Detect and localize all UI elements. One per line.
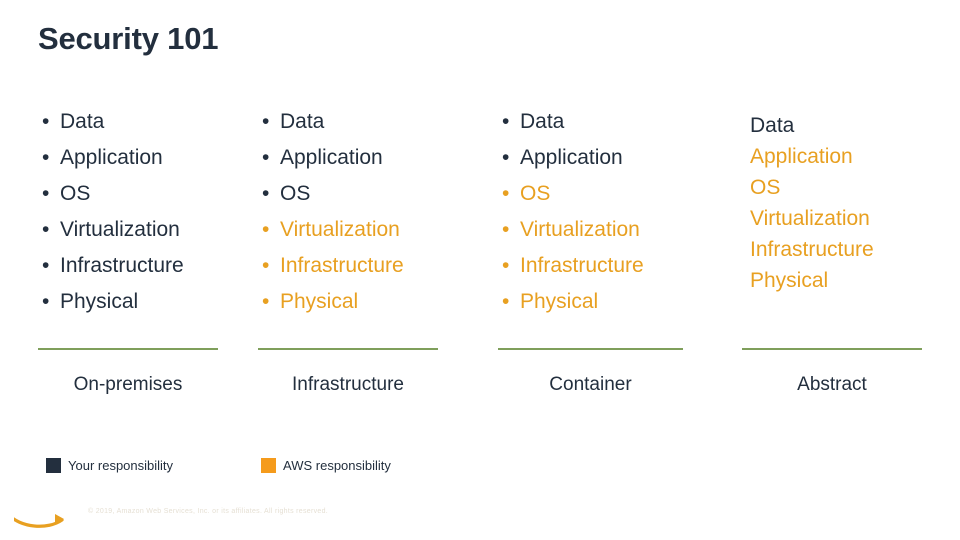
column-label-container: Container	[549, 374, 632, 395]
amazon-smile-logo	[6, 498, 76, 532]
legend-swatch-icon	[261, 458, 277, 473]
column-label-abstract: Abstract	[797, 374, 867, 395]
legend-swatch-icon	[46, 458, 61, 473]
legend: Your responsibility AWS responsibility	[46, 458, 431, 473]
copyright-text: © 2019, Amazon Web Services, Inc. or its…	[88, 508, 329, 515]
column-divider-abstract	[742, 348, 922, 350]
column-label-on-premises: On-premises	[73, 374, 183, 395]
legend-label: Your responsibility	[68, 458, 174, 473]
column-divider-infrastructure	[258, 348, 438, 350]
column-label-infrastructure: Infrastructure	[292, 374, 404, 395]
legend-entry: AWS responsibility	[261, 458, 391, 473]
legend-label: AWS responsibility	[283, 458, 391, 473]
legend-entry: Your responsibility	[46, 458, 173, 473]
column-divider-on-premises	[38, 348, 218, 350]
column-divider-container	[498, 348, 683, 350]
